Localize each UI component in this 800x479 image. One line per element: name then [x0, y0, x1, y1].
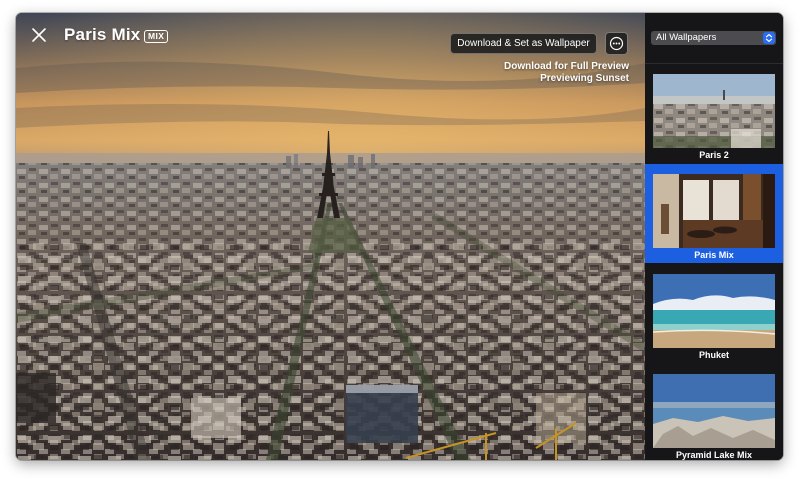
wallpaper-filter-value: All Wallpapers	[656, 32, 717, 43]
phuket-thumbnail	[653, 274, 775, 348]
wallpaper-sidebar: All Wallpapers Paris 2 Paris Mix Phuket …	[645, 13, 783, 460]
download-set-wallpaper-button[interactable]: Download & Set as Wallpaper	[450, 33, 597, 54]
preview-info: Download for Full Preview Previewing Sun…	[504, 61, 629, 85]
wallpaper-item-phuket[interactable]: Phuket	[645, 264, 783, 363]
paris-mix-thumbnail	[653, 174, 775, 248]
wallpaper-item-label: Phuket	[698, 350, 729, 360]
mix-badge: MIX	[144, 30, 169, 43]
select-arrows-icon	[763, 32, 775, 44]
wallpaper-title: Paris Mix	[64, 25, 141, 44]
previewing-status: Previewing Sunset	[540, 73, 629, 84]
wallpaper-item-label: Pyramid Lake Mix	[675, 450, 753, 460]
wallpaper-item-pyramid-lake-mix[interactable]: Pyramid Lake Mix	[645, 364, 783, 460]
wallpaper-item-label: Paris Mix	[694, 250, 734, 260]
close-button[interactable]	[31, 27, 47, 43]
ellipsis-icon	[609, 36, 624, 51]
wallpaper-item-label: Paris 2	[699, 150, 729, 160]
download-hint: Download for Full Preview	[503, 61, 629, 72]
pyramid-lake-mix-thumbnail	[653, 374, 775, 448]
wallpaper-filter-select[interactable]: All Wallpapers	[651, 31, 776, 45]
more-options-button[interactable]	[605, 32, 628, 55]
wallpaper-window: Paris Mix MIX Download & Set as Wallpape…	[16, 13, 783, 460]
wallpaper-preview: Paris Mix MIX Download & Set as Wallpape…	[16, 13, 645, 460]
close-icon	[32, 28, 46, 42]
wallpaper-item-paris-mix[interactable]: Paris Mix	[645, 164, 783, 263]
wallpaper-item-paris-2[interactable]: Paris 2	[645, 64, 783, 163]
paris-2-thumbnail	[653, 74, 775, 148]
